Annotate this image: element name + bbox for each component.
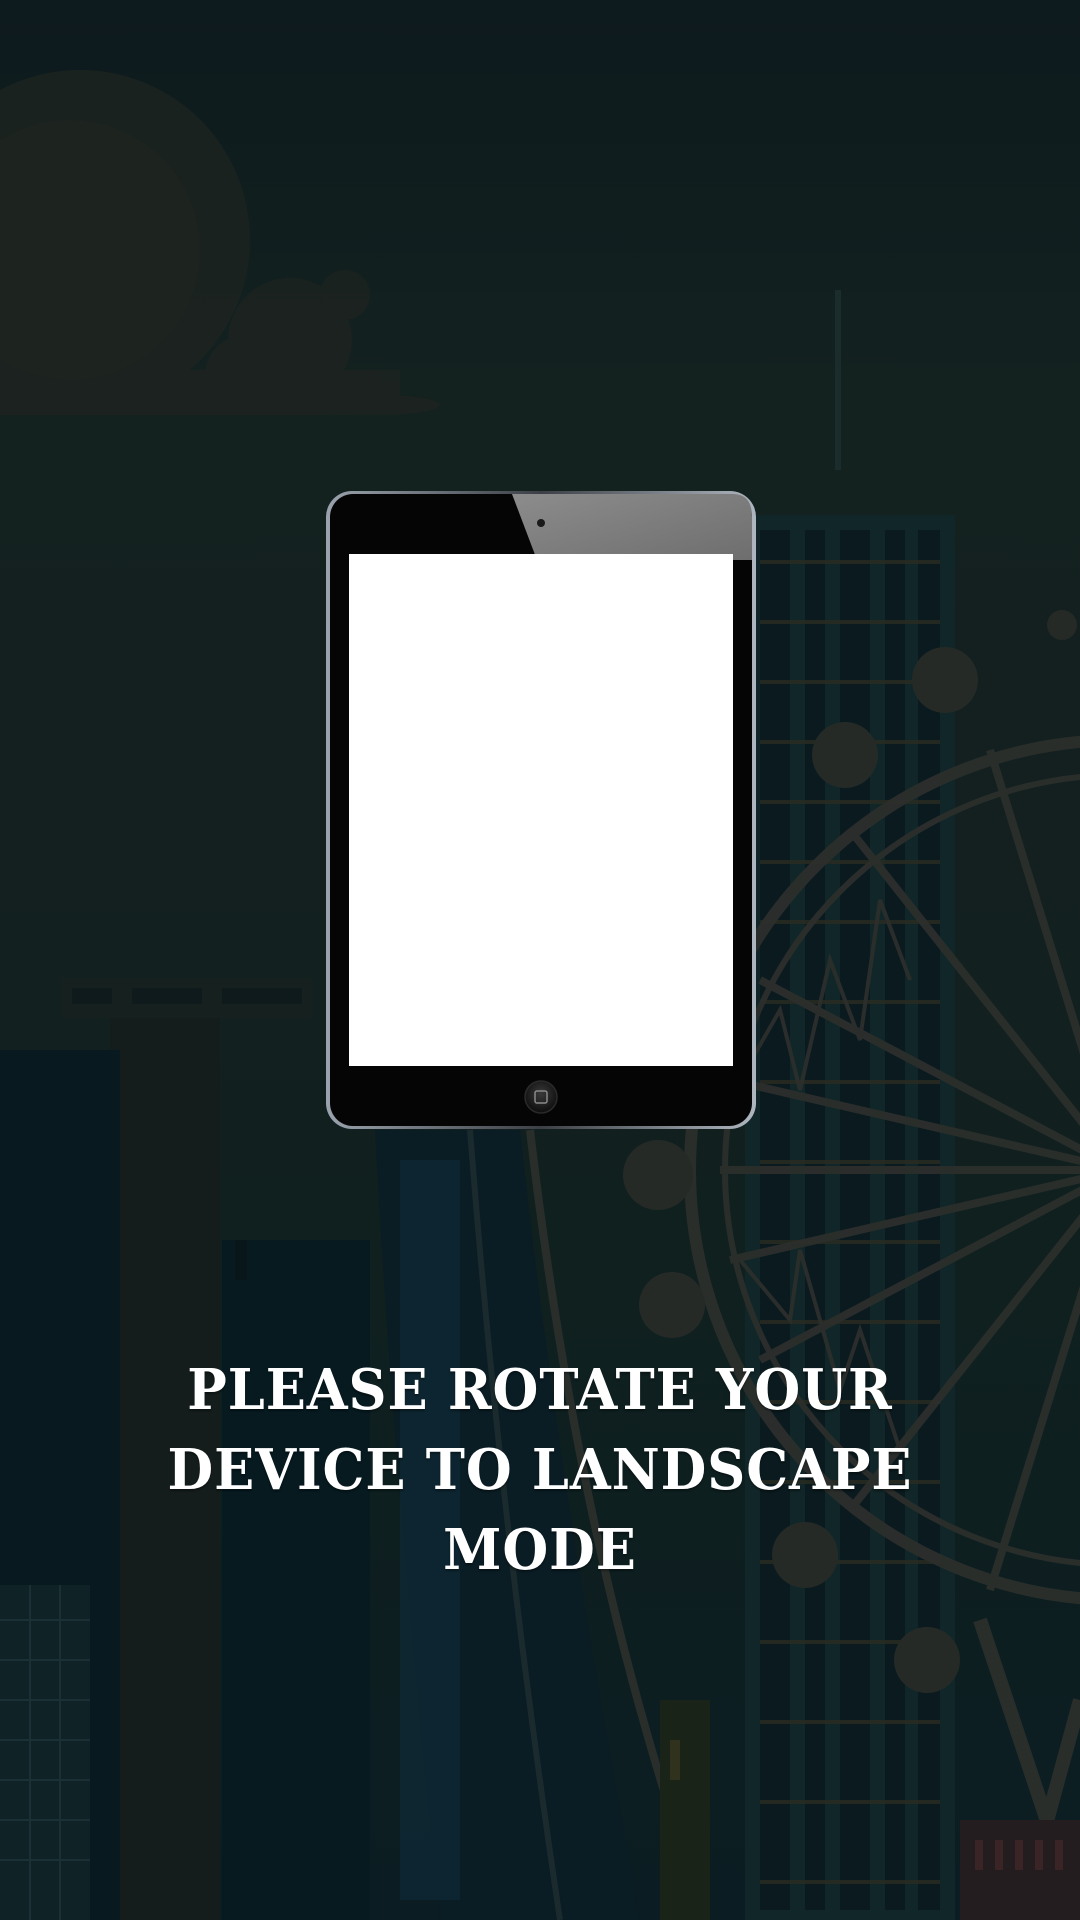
tablet-portrait-icon bbox=[326, 491, 756, 1129]
office-building bbox=[0, 1585, 90, 1920]
rotate-device-screen: PLEASE ROTATE YOUR DEVICE TO LANDSCAPE M… bbox=[0, 0, 1080, 1920]
home-button-icon bbox=[524, 1080, 558, 1114]
rotate-device-message: PLEASE ROTATE YOUR DEVICE TO LANDSCAPE M… bbox=[167, 1357, 913, 1583]
front-camera-icon bbox=[537, 519, 545, 527]
bezel-glare bbox=[512, 494, 752, 560]
tablet-screen bbox=[349, 554, 733, 1066]
